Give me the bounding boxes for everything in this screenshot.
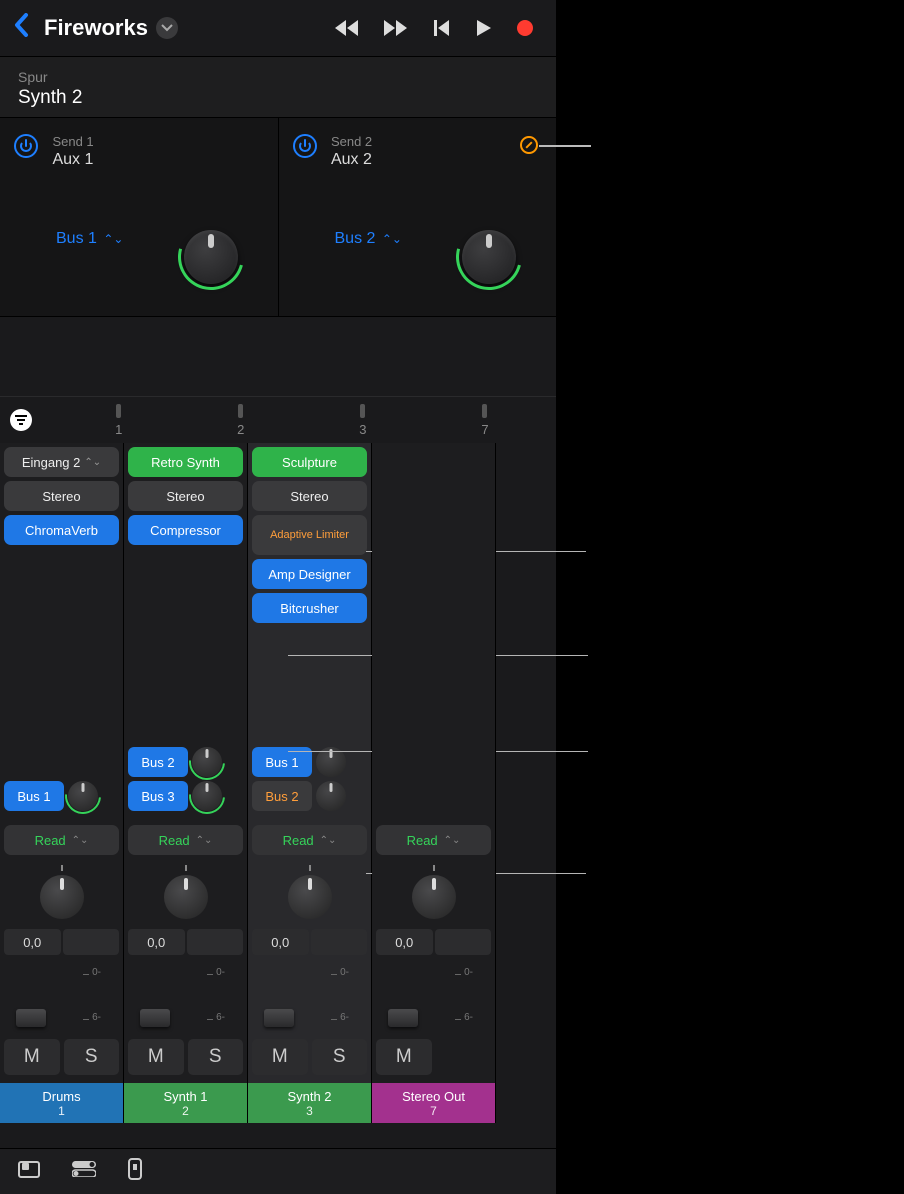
send-level-knob[interactable]	[184, 230, 238, 284]
send-knob[interactable]	[68, 781, 98, 811]
gain-slot[interactable]: Stereo	[252, 481, 367, 511]
send-slot-2[interactable]: Send 2 Aux 2 Bus 2 ⌃⌄	[278, 118, 557, 316]
channel-markers: 1 2 3 7	[0, 397, 556, 443]
project-title: Fireworks	[44, 15, 148, 41]
solo-button[interactable]: S	[64, 1039, 120, 1075]
pan-knob[interactable]	[288, 875, 332, 919]
track-label[interactable]: Synth 23	[248, 1083, 371, 1123]
send-knob[interactable]	[316, 781, 346, 811]
automation-mode[interactable]: Read⌃⌄	[376, 825, 491, 855]
bus-pill[interactable]: Bus 2	[128, 747, 188, 777]
channel-synth1: Retro Synth Stereo Compressor Bus 2 Bus …	[124, 443, 248, 1123]
go-to-start-button[interactable]	[434, 19, 452, 37]
fast-forward-button[interactable]	[384, 19, 410, 37]
play-button[interactable]	[476, 19, 492, 37]
channel-synth2: Sculpture Stereo Adaptive Limiter Amp De…	[248, 443, 372, 1123]
fader[interactable]: 0-6-	[376, 963, 491, 1033]
send-label: Send 1	[52, 134, 93, 149]
bus-pill[interactable]: Bus 1	[4, 781, 64, 811]
marker: 1	[58, 404, 180, 437]
record-button[interactable]	[516, 19, 534, 37]
automation-mode[interactable]: Read⌃⌄	[4, 825, 119, 855]
project-menu-button[interactable]	[156, 17, 178, 39]
pan-knob[interactable]	[164, 875, 208, 919]
instrument-slot[interactable]: Sculpture	[252, 447, 367, 477]
fx-slot[interactable]: ChromaVerb	[4, 515, 119, 545]
mute-button[interactable]: M	[128, 1039, 184, 1075]
solo-button[interactable]: S	[312, 1039, 368, 1075]
peak-value	[435, 929, 492, 955]
toggle-icon[interactable]	[72, 1161, 96, 1182]
db-value[interactable]: 0,0	[4, 929, 61, 955]
pan-knob[interactable]	[412, 875, 456, 919]
bus-selector[interactable]: Bus 1 ⌃⌄	[56, 230, 123, 248]
fader[interactable]: 0-6-	[128, 963, 243, 1033]
channel-stereo-out: Read⌃⌄ 0,0 0-6- M Stereo Out7	[372, 443, 496, 1123]
automation-mode[interactable]: Read⌃⌄	[128, 825, 243, 855]
input-selector[interactable]: Eingang 2 ⌃⌄	[4, 447, 119, 477]
marker: 3	[302, 404, 424, 437]
solo-button[interactable]: S	[188, 1039, 244, 1075]
bottom-bar	[0, 1148, 556, 1194]
mute-button[interactable]: M	[376, 1039, 432, 1075]
db-value[interactable]: 0,0	[376, 929, 433, 955]
mute-button[interactable]: M	[4, 1039, 60, 1075]
channel-drums: Eingang 2 ⌃⌄ Stereo ChromaVerb Bus 1 Rea…	[0, 443, 124, 1123]
peak-value	[63, 929, 120, 955]
send-label: Send 2	[331, 134, 372, 149]
gain-slot[interactable]: Stereo	[128, 481, 243, 511]
power-icon[interactable]	[14, 134, 38, 158]
fx-slot[interactable]: Amp Designer	[252, 559, 367, 589]
peak-value	[311, 929, 368, 955]
bus-row: Bus 1	[4, 781, 119, 811]
power-icon[interactable]	[293, 134, 317, 158]
db-value[interactable]: 0,0	[128, 929, 185, 955]
library-icon[interactable]	[18, 1159, 40, 1184]
mute-button[interactable]: M	[252, 1039, 308, 1075]
callout-line	[539, 145, 591, 147]
peak-value	[187, 929, 244, 955]
marker: 7	[424, 404, 546, 437]
fader[interactable]: 0-6-	[252, 963, 367, 1033]
sends-panel: Send 1 Aux 1 Bus 1 ⌃⌄ Send 2 Aux 2 Bus 2…	[0, 117, 556, 317]
track-header-label: Spur	[18, 69, 538, 85]
bus-pill[interactable]: Bus 3	[128, 781, 188, 811]
rewind-button[interactable]	[334, 19, 360, 37]
send-level-knob[interactable]	[462, 230, 516, 284]
fx-slot[interactable]: Compressor	[128, 515, 243, 545]
track-label[interactable]: Synth 12	[124, 1083, 247, 1123]
send-knob[interactable]	[192, 747, 222, 777]
send-aux: Aux 2	[331, 151, 372, 169]
filter-button[interactable]	[10, 409, 32, 431]
track-header: Spur Synth 2	[0, 56, 556, 117]
fx-slot[interactable]: Adaptive Limiter	[252, 515, 367, 555]
bus-selector[interactable]: Bus 2 ⌃⌄	[335, 230, 402, 248]
fx-slot[interactable]: Bitcrusher	[252, 593, 367, 623]
automation-mode[interactable]: Read⌃⌄	[252, 825, 367, 855]
send-aux: Aux 1	[52, 151, 93, 169]
fader[interactable]: 0-6-	[4, 963, 119, 1033]
gain-slot[interactable]: Stereo	[4, 481, 119, 511]
selected-indicator-icon	[520, 136, 538, 154]
back-button[interactable]	[14, 11, 30, 45]
track-label[interactable]: Drums1	[0, 1083, 123, 1123]
transport-controls	[334, 19, 534, 37]
marker: 2	[180, 404, 302, 437]
send-slot-1[interactable]: Send 1 Aux 1 Bus 1 ⌃⌄	[0, 118, 278, 316]
db-value[interactable]: 0,0	[252, 929, 309, 955]
instrument-slot[interactable]: Retro Synth	[128, 447, 243, 477]
spacer	[0, 317, 556, 397]
top-toolbar: Fireworks	[0, 0, 556, 56]
track-header-name: Synth 2	[18, 87, 538, 109]
pan-knob[interactable]	[40, 875, 84, 919]
send-knob[interactable]	[192, 781, 222, 811]
mixer: Eingang 2 ⌃⌄ Stereo ChromaVerb Bus 1 Rea…	[0, 443, 556, 1148]
track-label[interactable]: Stereo Out7	[372, 1083, 495, 1123]
bus-pill[interactable]: Bus 2	[252, 781, 312, 811]
mixer-icon[interactable]	[128, 1158, 142, 1185]
